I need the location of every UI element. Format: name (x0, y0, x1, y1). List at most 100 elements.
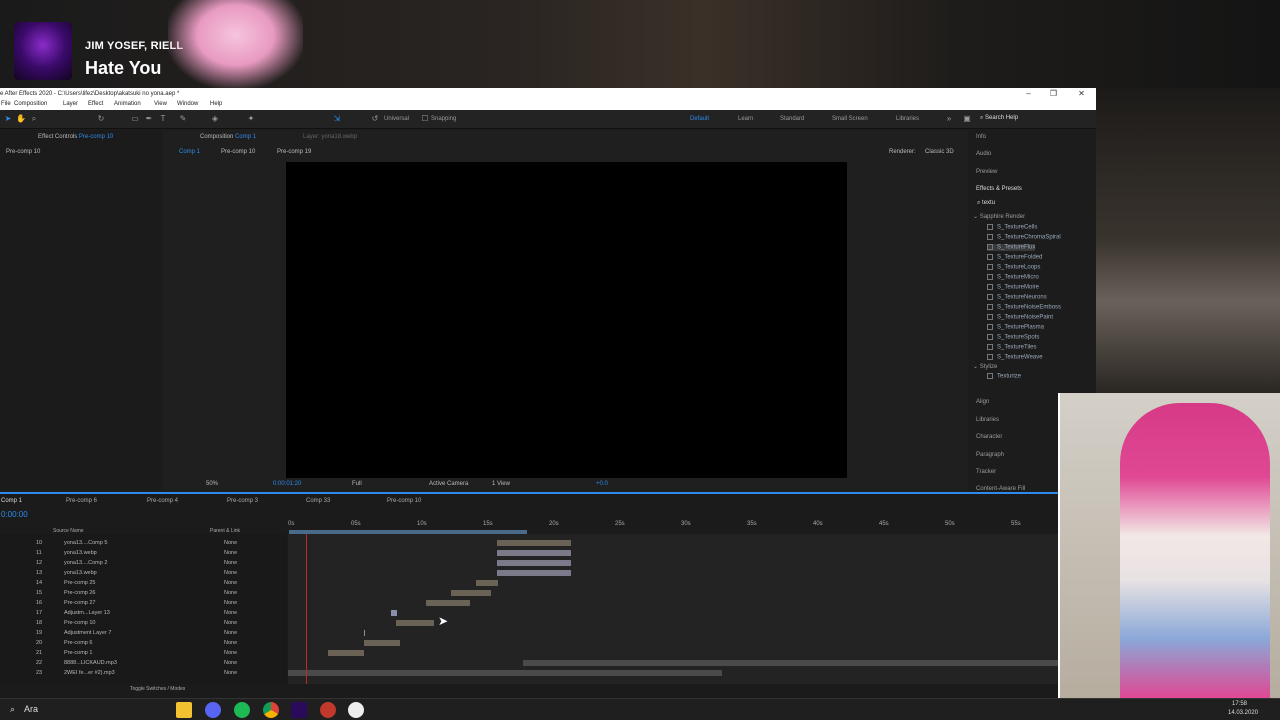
align-panel-tab[interactable]: Align (976, 399, 989, 405)
rectangle-tool-icon[interactable]: ▭ (130, 114, 140, 124)
universal-axis-icon[interactable]: ↺ (370, 114, 380, 124)
layer-bar[interactable] (364, 640, 400, 646)
zoom-dropdown[interactable]: 50% (206, 481, 218, 487)
zoom-tool-icon[interactable]: ⌕ (29, 114, 39, 124)
composition-tab[interactable]: Composition Comp 1 (200, 134, 256, 140)
toggle-switches-modes[interactable]: Toggle Switches / Modes (130, 686, 185, 692)
effect-item[interactable]: S_TextureNeurons (987, 294, 1047, 301)
universal-label[interactable]: Universal (384, 116, 409, 122)
effect-item[interactable]: S_TexturePlasma (987, 324, 1044, 331)
table-row[interactable]: 23 2WEI fe...er #2).mp3 None (0, 668, 287, 678)
menu-effect[interactable]: Effect (88, 101, 103, 107)
timeline-tab-pre-comp-4[interactable]: Pre-comp 4 (147, 498, 178, 504)
effect-item[interactable]: S_TextureNoiseEmboss (987, 304, 1061, 311)
layer-bar[interactable] (391, 610, 397, 616)
stylize-group[interactable]: ⌄ Stylize (973, 363, 997, 370)
selection-tool-icon[interactable]: ➤ (3, 114, 13, 124)
timeline-tracks[interactable]: ➤ (288, 534, 1060, 684)
table-row[interactable]: 21 Pre-comp 1 None (0, 648, 287, 658)
menu-help[interactable]: Help (210, 101, 222, 107)
views-dropdown[interactable]: 1 View (492, 481, 510, 487)
effect-item[interactable]: S_TextureNoisePaint (987, 314, 1053, 321)
table-row[interactable]: 16 Pre-comp 27 None (0, 598, 287, 608)
rotate-tool-icon[interactable]: ↻ (96, 114, 106, 124)
table-row[interactable]: 15 Pre-comp 26 None (0, 588, 287, 598)
effect-item[interactable]: S_TextureLoops (987, 264, 1040, 271)
timeline-tab-pre-comp-10[interactable]: Pre-comp 10 (387, 498, 421, 504)
obs-icon[interactable] (348, 702, 364, 718)
paragraph-panel-tab[interactable]: Paragraph (976, 452, 1004, 458)
libraries-panel-tab[interactable]: Libraries (976, 417, 999, 423)
table-row[interactable]: 18 Pre-comp 10 None (0, 618, 287, 628)
layer-bar[interactable] (497, 560, 571, 566)
current-time[interactable]: 0:00:01:20 (273, 481, 301, 487)
menu-view[interactable]: View (154, 101, 167, 107)
spotify-icon[interactable] (234, 702, 250, 718)
exposure-value[interactable]: +0.0 (596, 481, 608, 487)
info-panel-tab[interactable]: Info (976, 134, 986, 140)
effects-presets-title[interactable]: Effects & Presets (976, 186, 1022, 192)
table-row[interactable]: 20 Pre-comp 6 None (0, 638, 287, 648)
breadcrumb-comp-1[interactable]: Comp 1 (179, 149, 200, 155)
tracker-panel-tab[interactable]: Tracker (976, 469, 996, 475)
workspace-learn[interactable]: Learn (738, 116, 753, 122)
maximize-icon[interactable]: ❐ (1040, 88, 1067, 100)
layer-bar[interactable] (426, 600, 470, 606)
timeline-tab-comp-1[interactable]: Comp 1 (1, 498, 22, 504)
timeline-tab-comp-33[interactable]: Comp 33 (306, 498, 330, 504)
type-tool-icon[interactable]: T (158, 114, 168, 124)
menu-window[interactable]: Window (177, 101, 198, 107)
chrome-icon[interactable] (263, 702, 279, 718)
workspace-small-screen[interactable]: Small Screen (832, 116, 868, 122)
camera-dropdown[interactable]: Active Camera (429, 481, 468, 487)
effect-item[interactable]: S_TextureSpots (987, 334, 1039, 341)
layer-bar[interactable] (497, 570, 571, 576)
effect-item-selected[interactable]: S_TextureFlux (987, 244, 1036, 251)
character-panel-tab[interactable]: Character (976, 434, 1002, 440)
playhead-line[interactable] (306, 534, 307, 684)
taskbar-search-icon[interactable]: ⌕ (10, 704, 15, 715)
menu-composition[interactable]: Composition (14, 101, 47, 107)
layer-bar[interactable] (364, 630, 365, 636)
table-row[interactable]: 12 yona13....Comp 2 None (0, 558, 287, 568)
effect-item[interactable]: S_TextureMicro (987, 274, 1039, 281)
puppet-tool-icon[interactable]: ✦ (246, 114, 256, 124)
workspace-libraries[interactable]: Libraries (896, 116, 919, 122)
renderer-value[interactable]: Classic 3D (925, 149, 954, 155)
eraser-tool-icon[interactable]: ◈ (210, 114, 220, 124)
breadcrumb-pre-comp-10[interactable]: Pre-comp 10 (221, 149, 255, 155)
timeline-timecode[interactable]: 0:00:00 (1, 510, 28, 519)
local-axis-icon[interactable]: ⇲ (332, 114, 342, 124)
taskbar-search-label[interactable]: Ara (24, 704, 38, 714)
effect-item[interactable]: S_TextureTiles (987, 344, 1036, 351)
minimize-icon[interactable]: – (1015, 88, 1042, 100)
layer-bar[interactable] (497, 540, 571, 546)
menu-animation[interactable]: Animation (114, 101, 141, 107)
sapphire-render-group[interactable]: ⌄ Sapphire Render (973, 213, 1025, 220)
table-row[interactable]: 17 Adjustm...Layer 13 None (0, 608, 287, 618)
snapping-checkbox-icon[interactable]: ☐ (420, 114, 430, 124)
layer-bar[interactable] (328, 650, 364, 656)
layer-bar[interactable] (476, 580, 498, 586)
brush-tool-icon[interactable]: ✎ (178, 114, 188, 124)
layer-bar[interactable] (497, 550, 571, 556)
table-row[interactable]: 22 8888...LICKAUD.mp3 None (0, 658, 287, 668)
snapping-label[interactable]: Snapping (431, 116, 456, 122)
layer-bar[interactable] (288, 670, 722, 676)
effect-item[interactable]: Texturize (987, 373, 1021, 380)
timeline-tab-pre-comp-3[interactable]: Pre-comp 3 (227, 498, 258, 504)
table-row[interactable]: 11 yona13.webp None (0, 548, 287, 558)
menu-layer[interactable]: Layer (63, 101, 78, 107)
table-row[interactable]: 19 Adjustment Layer 7 None (0, 628, 287, 638)
composition-viewer[interactable] (286, 162, 847, 478)
after-effects-taskbar-icon[interactable] (291, 702, 307, 718)
table-row[interactable]: 10 yona13....Comp 5 None (0, 538, 287, 548)
breadcrumb-pre-comp-19[interactable]: Pre-comp 19 (277, 149, 311, 155)
menu-file[interactable]: File (1, 101, 11, 107)
layer-tab[interactable]: Layer: yona18.webp (303, 134, 357, 140)
clock-time[interactable]: 17:58 (1232, 701, 1247, 707)
layer-bar[interactable] (523, 660, 1058, 666)
preview-panel-tab[interactable]: Preview (976, 169, 997, 175)
effects-search-input[interactable]: ⌕ textu (977, 200, 1083, 209)
app-taskbar-icon[interactable] (320, 702, 336, 718)
